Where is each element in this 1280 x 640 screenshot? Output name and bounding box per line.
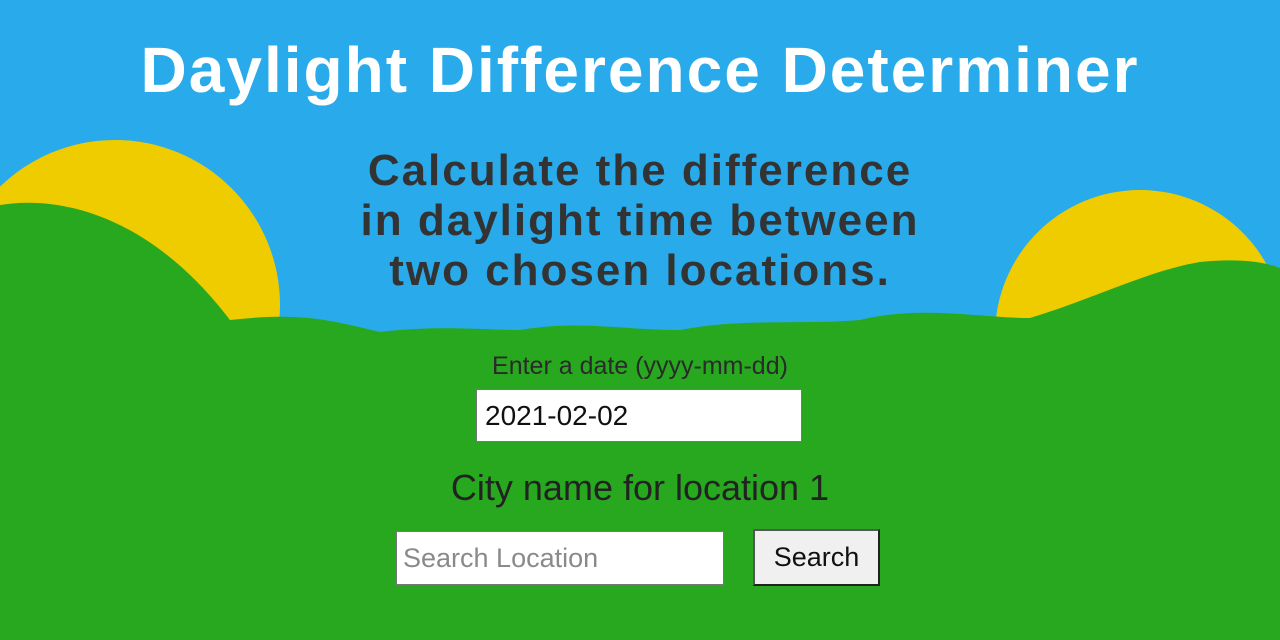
page-title: Daylight Difference Determiner	[140, 34, 1140, 106]
subtitle-line: two chosen locations.	[389, 246, 891, 295]
subtitle-line: Calculate the difference	[367, 146, 913, 195]
search-location-input[interactable]	[396, 531, 724, 585]
subtitle-line: in daylight time between	[360, 196, 920, 245]
date-input[interactable]	[476, 389, 802, 442]
date-label: Enter a date (yyyy-mm-dd)	[492, 352, 788, 380]
page-subtitle: Calculate the difference in daylight tim…	[290, 146, 990, 296]
city-label-location-1: City name for location 1	[450, 467, 830, 508]
search-button[interactable]: Search	[753, 529, 880, 586]
